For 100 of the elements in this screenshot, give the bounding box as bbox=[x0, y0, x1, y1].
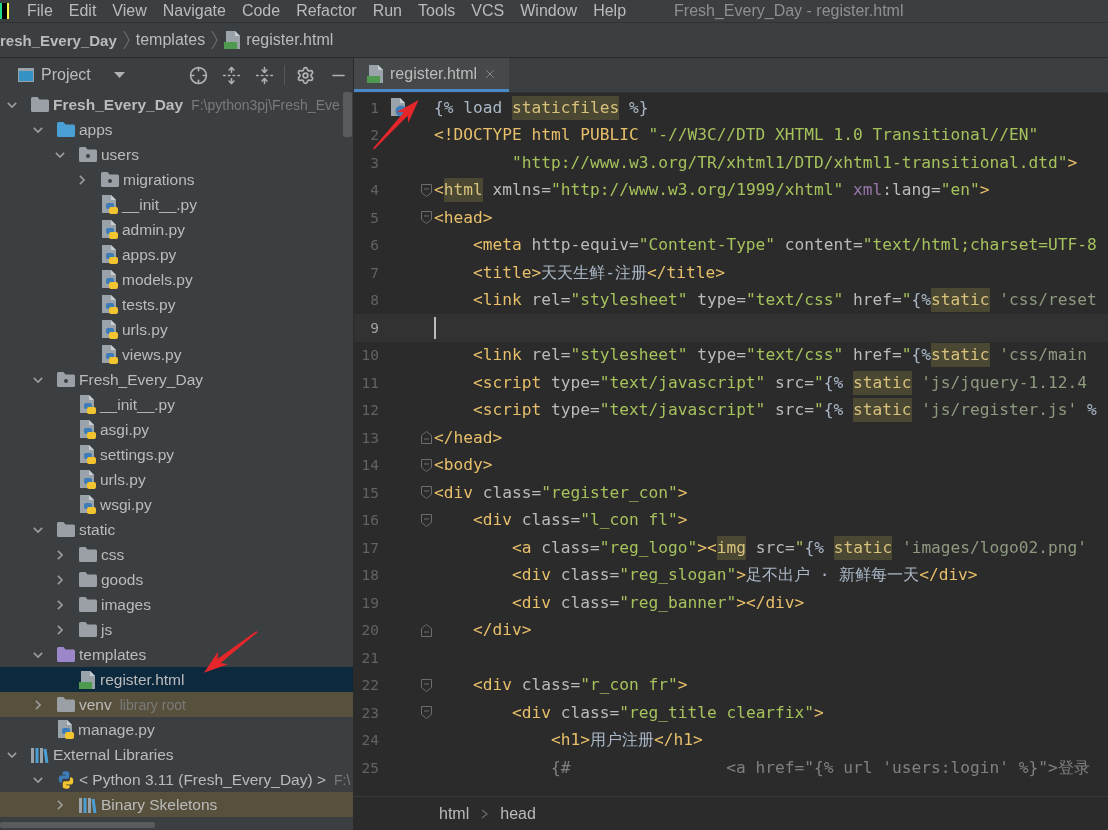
fold-marker-icon[interactable] bbox=[420, 458, 432, 472]
chevron-down-icon[interactable] bbox=[33, 651, 43, 658]
menu-item[interactable]: Edit bbox=[60, 2, 105, 20]
tree-item[interactable]: urls.py bbox=[0, 317, 353, 342]
menu-item[interactable]: Refactor bbox=[288, 2, 365, 20]
editor-tab[interactable]: register.html bbox=[354, 58, 510, 92]
breadcrumb-item[interactable]: html bbox=[439, 804, 470, 823]
fold-marker-icon[interactable] bbox=[420, 513, 432, 527]
collapse-all-icon[interactable] bbox=[254, 65, 274, 85]
scrollbar-thumb[interactable] bbox=[343, 92, 352, 137]
menu-item[interactable]: Navigate bbox=[154, 2, 234, 20]
breadcrumb-separator-icon bbox=[211, 30, 219, 50]
tree-item[interactable]: users bbox=[0, 142, 353, 167]
tree-item[interactable]: External Libraries bbox=[0, 742, 353, 767]
folder-icon bbox=[79, 547, 97, 562]
tree-item[interactable]: asgi.py bbox=[0, 417, 353, 442]
menu-item[interactable]: Help bbox=[585, 2, 635, 20]
tree-item[interactable]: __init__.py bbox=[0, 392, 353, 417]
menu-item[interactable]: Window bbox=[512, 2, 586, 20]
fold-marker-icon[interactable] bbox=[420, 486, 432, 500]
tree-item[interactable]: goods bbox=[0, 567, 353, 592]
tree-item[interactable]: views.py bbox=[0, 342, 353, 367]
python-file-icon bbox=[101, 195, 118, 214]
tree-item[interactable]: templates bbox=[0, 642, 353, 667]
chevron-down-icon[interactable] bbox=[33, 376, 43, 383]
fold-marker-icon[interactable] bbox=[420, 211, 432, 225]
module-folder-icon bbox=[57, 372, 75, 387]
chevron-right-icon[interactable] bbox=[57, 624, 63, 635]
tree-item[interactable]: manage.py bbox=[0, 717, 353, 742]
tree-item[interactable]: css bbox=[0, 542, 353, 567]
chevron-right-icon[interactable] bbox=[79, 174, 85, 185]
chevron-down-icon[interactable] bbox=[7, 751, 17, 758]
path-hint: F:\ bbox=[334, 771, 351, 788]
breadcrumb-item[interactable]: head bbox=[500, 804, 536, 823]
tree-item[interactable]: Fresh_Every_Day F:\python3pj\Fresh_Eve bbox=[0, 92, 353, 117]
tree-item[interactable]: < Python 3.11 (Fresh_Every_Day) > F:\ bbox=[0, 767, 353, 792]
line-number: 12 bbox=[361, 402, 379, 419]
menu-item[interactable]: Code bbox=[233, 2, 289, 20]
code-line: <body> bbox=[434, 454, 493, 477]
tree-item[interactable]: js bbox=[0, 617, 353, 642]
chevron-right-icon[interactable] bbox=[35, 699, 41, 710]
menu-item[interactable]: View bbox=[104, 2, 155, 20]
crosshair-icon[interactable] bbox=[188, 65, 208, 85]
tree-item[interactable]: register.html bbox=[0, 667, 353, 692]
menu-item[interactable]: Run bbox=[364, 2, 410, 20]
code-line: <head> bbox=[434, 206, 493, 229]
html-file-icon bbox=[79, 670, 96, 689]
fold-marker-icon[interactable] bbox=[420, 623, 432, 637]
line-number: 1 bbox=[370, 99, 379, 116]
tree-item[interactable]: venv library root bbox=[0, 692, 353, 717]
chevron-down-icon[interactable] bbox=[33, 126, 43, 133]
scrollbar-thumb[interactable] bbox=[0, 822, 155, 828]
menu-item[interactable]: Tools bbox=[410, 2, 464, 20]
breadcrumb-item[interactable]: resh_Every_Day bbox=[0, 31, 117, 49]
chevron-right-icon[interactable] bbox=[57, 549, 63, 560]
tree-item[interactable]: Fresh_Every_Day bbox=[0, 367, 353, 392]
breadcrumb-item[interactable]: templates bbox=[135, 31, 206, 49]
chevron-down-icon[interactable] bbox=[33, 526, 43, 533]
tree-item[interactable]: migrations bbox=[0, 167, 353, 192]
tree-item[interactable]: static bbox=[0, 517, 353, 542]
chevron-down-icon[interactable] bbox=[33, 776, 43, 783]
code-line: <div class="reg_title clearfix"> bbox=[510, 701, 824, 724]
code-line: <div class="reg_banner"></div> bbox=[510, 591, 805, 614]
html-file-icon bbox=[367, 64, 384, 83]
tree-item[interactable]: __init__.py bbox=[0, 192, 353, 217]
fold-marker-icon[interactable] bbox=[420, 183, 432, 197]
project-view-selector[interactable]: Project bbox=[18, 66, 125, 84]
tree-item[interactable]: urls.py bbox=[0, 467, 353, 492]
fold-marker-icon[interactable] bbox=[420, 431, 432, 445]
expand-all-icon[interactable] bbox=[221, 65, 241, 85]
python-file-icon bbox=[79, 445, 96, 464]
fold-marker-icon[interactable] bbox=[420, 678, 432, 692]
settings-icon[interactable] bbox=[295, 65, 315, 85]
menu-item[interactable]: File bbox=[19, 2, 61, 20]
tree-item[interactable]: apps.py bbox=[0, 242, 353, 267]
code-line: <div class="reg_slogan">足不出户 · 新鲜每一天</div> bbox=[510, 564, 978, 587]
line-number: 6 bbox=[370, 237, 379, 254]
tree-item[interactable]: models.py bbox=[0, 267, 353, 292]
tree-item[interactable]: images bbox=[0, 592, 353, 617]
chevron-right-icon[interactable] bbox=[57, 799, 63, 810]
tree-item[interactable]: Binary Skeletons bbox=[0, 792, 353, 817]
python-file-icon bbox=[79, 395, 96, 414]
tree-item[interactable]: admin.py bbox=[0, 217, 353, 242]
menu-item[interactable]: VCS bbox=[463, 2, 513, 20]
tree-item[interactable]: settings.py bbox=[0, 442, 353, 467]
breadcrumb-item[interactable]: register.html bbox=[224, 31, 334, 49]
chevron-right-icon[interactable] bbox=[57, 599, 63, 610]
chevron-down-icon[interactable] bbox=[55, 151, 65, 158]
folder-icon bbox=[31, 97, 49, 112]
code-line: <div class="l_con fl"> bbox=[471, 509, 688, 532]
python-logo-icon bbox=[57, 770, 75, 789]
tree-item[interactable]: apps bbox=[0, 117, 353, 142]
line-number: 11 bbox=[361, 374, 379, 391]
chevron-down-icon[interactable] bbox=[7, 101, 17, 108]
fold-marker-icon[interactable] bbox=[420, 706, 432, 720]
tree-item[interactable]: wsgi.py bbox=[0, 492, 353, 517]
chevron-right-icon[interactable] bbox=[57, 574, 63, 585]
code-line: "http://www.w3.org/TR/xhtml1/DTD/xhtml1-transitional.dtd"> bbox=[510, 151, 1078, 174]
python-file-icon bbox=[101, 295, 118, 314]
tree-item[interactable]: tests.py bbox=[0, 292, 353, 317]
